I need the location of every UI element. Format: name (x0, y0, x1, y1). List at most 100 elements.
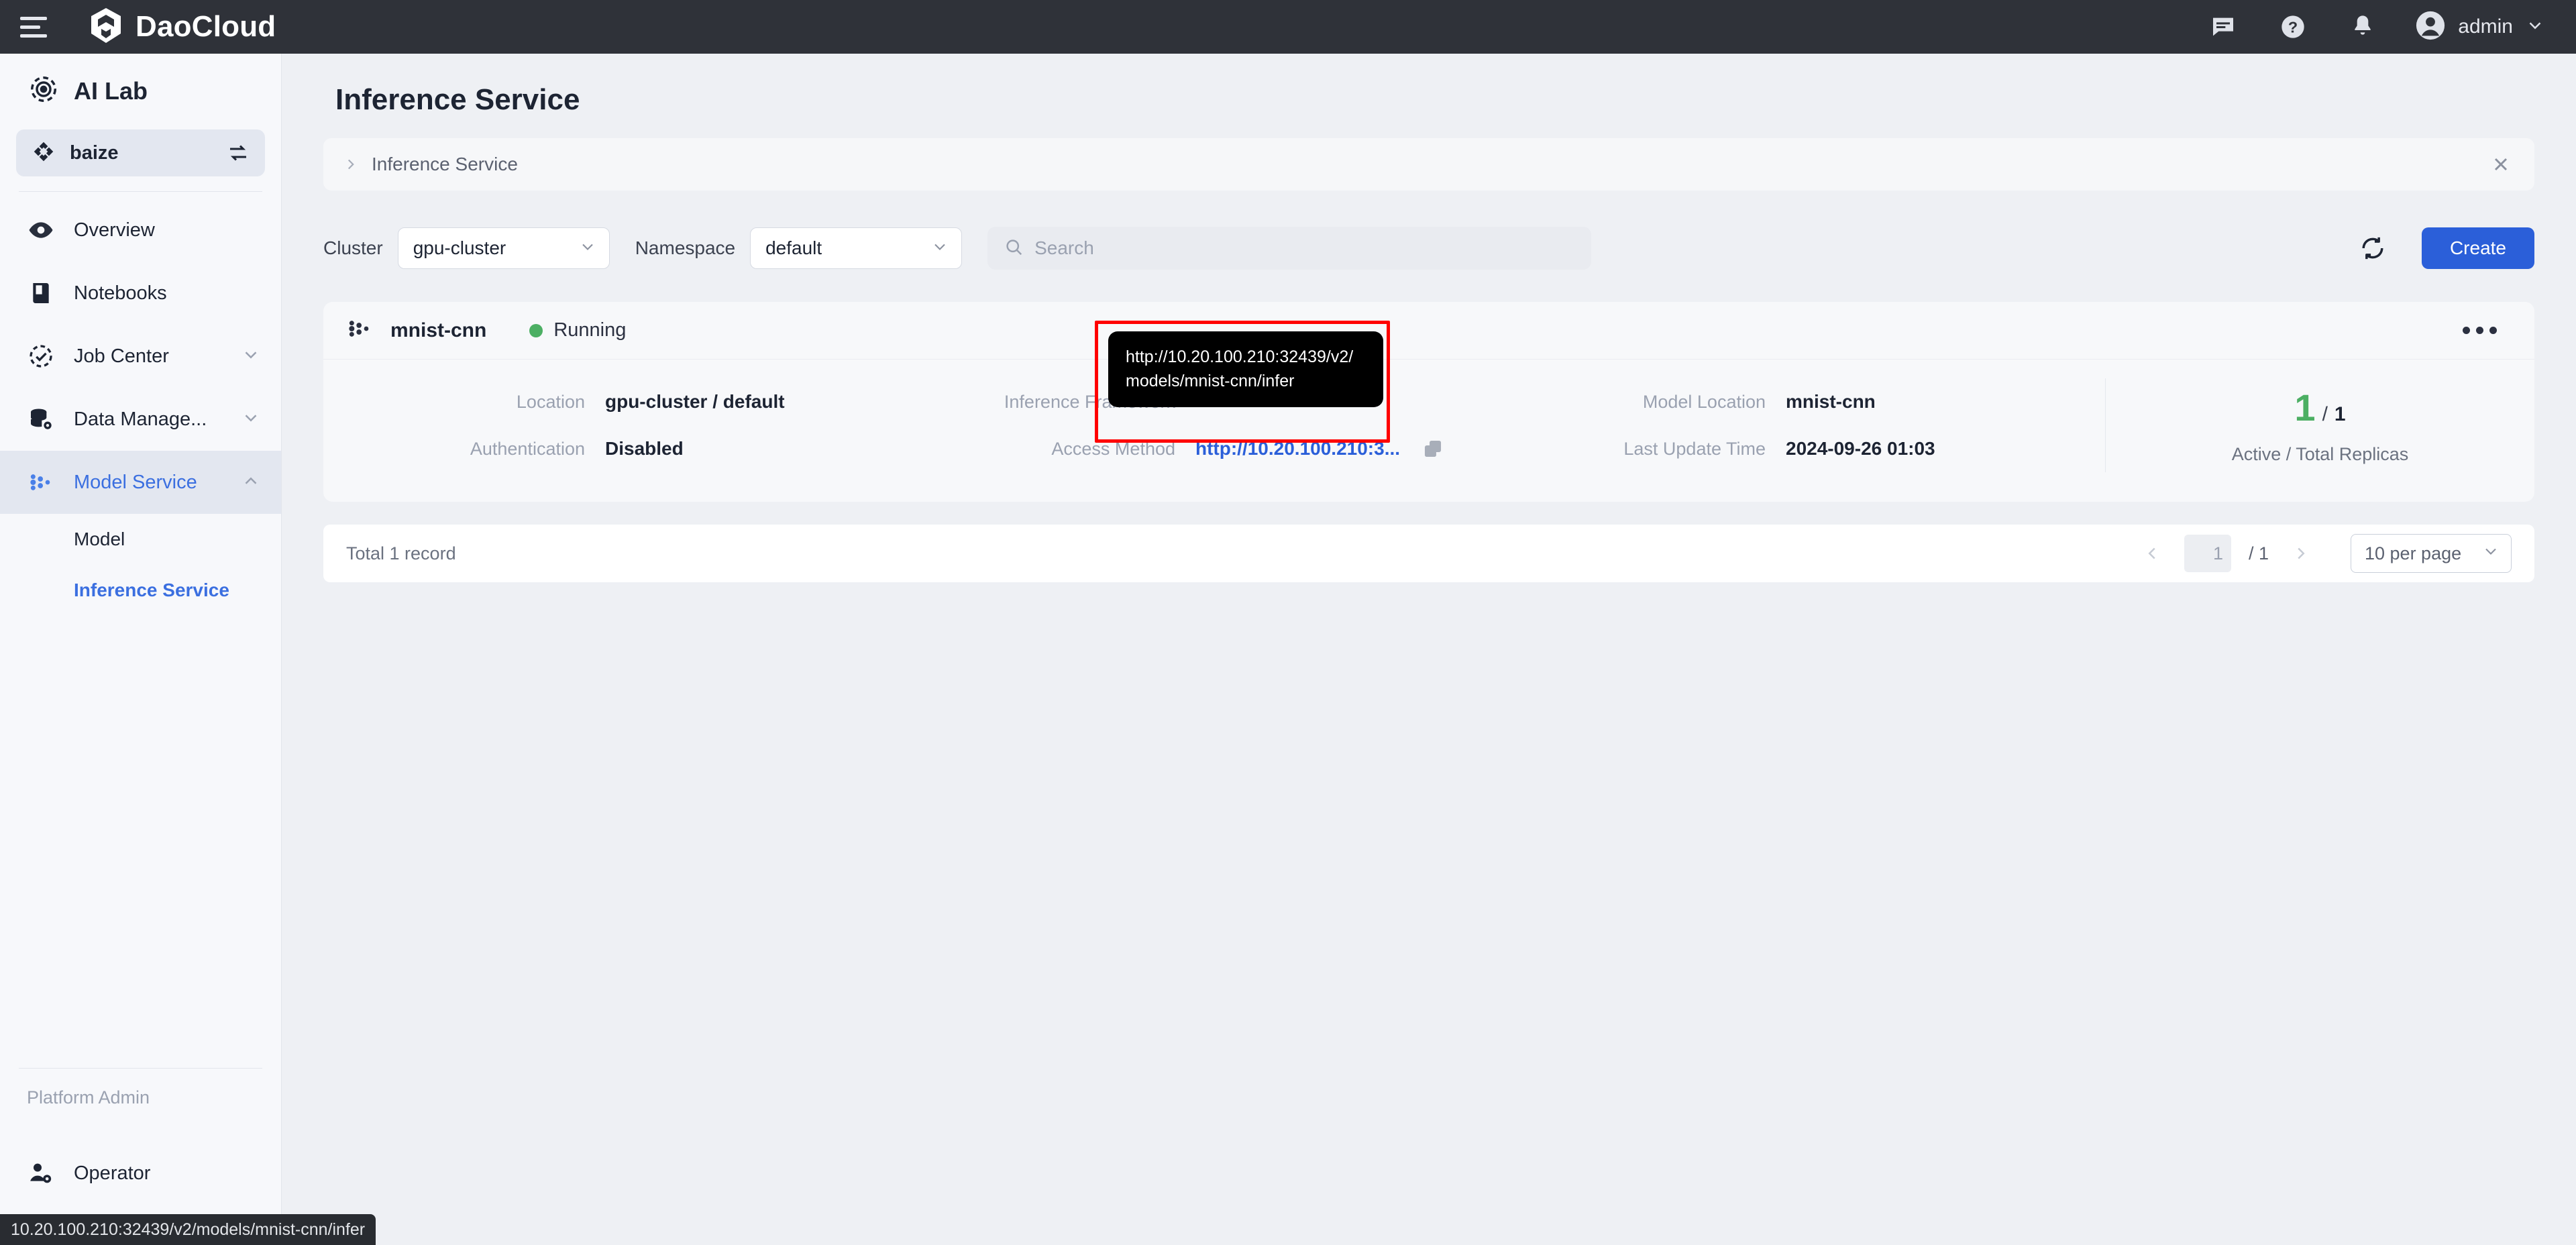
hamburger-menu-icon[interactable] (20, 12, 50, 42)
chevron-right-icon[interactable] (342, 156, 360, 173)
copy-icon[interactable] (1421, 437, 1444, 460)
refresh-icon[interactable] (2355, 230, 2391, 266)
inference-service-card: mnist-cnn Running Location gpu-cluster /… (323, 302, 2534, 502)
ai-lab-icon (28, 74, 59, 108)
chevron-down-icon[interactable] (241, 345, 261, 368)
sidebar-item-label: Overview (74, 219, 155, 241)
table-footer: Total 1 record 1 / 1 10 per page (323, 525, 2534, 582)
namespace-select[interactable]: default (750, 227, 962, 269)
chevron-down-icon (930, 237, 949, 260)
replicas-active: 1 (2294, 386, 2315, 429)
status-dot (529, 324, 543, 337)
check-circle-icon (25, 343, 56, 370)
hamburger-line (20, 17, 47, 20)
sidebar-subitem-model[interactable]: Model (0, 514, 281, 565)
sidebar-subitem-label: Inference Service (74, 580, 229, 601)
message-icon[interactable] (2206, 9, 2241, 44)
page-size-value: 10 per page (2365, 543, 2461, 564)
sidebar-item-label: Model Service (74, 472, 197, 494)
breadcrumb-item[interactable]: Inference Service (372, 154, 518, 175)
svg-text:?: ? (2288, 18, 2298, 36)
dot (2489, 327, 2497, 334)
cluster-select[interactable]: gpu-cluster (398, 227, 610, 269)
breadcrumb: Inference Service (323, 138, 2534, 191)
replicas-numbers: 1 / 1 (2294, 386, 2345, 429)
field-value: 2024-09-26 01:03 (1786, 438, 1935, 459)
access-method-tooltip: http://10.20.100.210:32439/v2/models/mni… (1108, 331, 1383, 407)
dot (2463, 327, 2470, 334)
field-label: Last Update Time (1504, 439, 1786, 459)
sidebar-item-label: Data Manage... (74, 409, 207, 431)
sidebar-item-data-management[interactable]: Data Manage... (0, 388, 281, 451)
search-placeholder: Search (1034, 237, 1094, 259)
user-menu[interactable]: admin (2415, 10, 2545, 44)
field-value: mnist-cnn (1786, 391, 1876, 413)
sidebar-subitem-label: Model (74, 529, 125, 550)
top-bar: DaoCloud ? (0, 0, 2576, 54)
sidebar-app-title-text: AI Lab (74, 77, 148, 105)
access-method-link[interactable]: http://10.20.100.210:3... (1195, 438, 1400, 459)
sidebar-divider (19, 191, 262, 192)
filter-toolbar: Cluster gpu-cluster Namespace default Se… (323, 217, 2534, 279)
status-text: Running (553, 319, 626, 341)
pagination: 1 / 1 10 per page (2137, 534, 2512, 573)
model-service-icon (25, 469, 56, 496)
field-value: Disabled (605, 438, 684, 459)
sidebar-item-operator[interactable]: Operator (0, 1142, 281, 1205)
replicas-total: 1 (2334, 403, 2346, 426)
help-icon[interactable]: ? (2275, 9, 2310, 44)
brand-name: DaoCloud (136, 10, 276, 44)
top-bar-actions: ? admin (2206, 9, 2545, 44)
cluster-label: Cluster (323, 237, 383, 259)
eye-icon (25, 217, 56, 243)
page-number-input[interactable]: 1 (2184, 535, 2231, 572)
chevron-up-icon[interactable] (241, 471, 261, 494)
sidebar-item-overview[interactable]: Overview (0, 199, 281, 262)
close-icon[interactable] (2490, 154, 2512, 175)
page-title: Inference Service (323, 54, 2534, 138)
cluster-select-value: gpu-cluster (413, 237, 506, 259)
field-label: Authentication (323, 439, 605, 459)
replicas-label: Active / Total Replicas (2232, 444, 2409, 465)
brand-logo[interactable]: DaoCloud (89, 7, 276, 48)
field-location: Location gpu-cluster / default (323, 378, 914, 425)
status-badge: Running (529, 319, 626, 341)
card-column-3: Model Location mnist-cnn Last Update Tim… (1504, 378, 2094, 472)
page-size-select[interactable]: 10 per page (2351, 534, 2512, 573)
namespace-label: Namespace (635, 237, 735, 259)
browser-status-bar: 10.20.100.210:32439/v2/models/mnist-cnn/… (0, 1214, 376, 1245)
sidebar-project-selector[interactable]: baize (16, 129, 265, 176)
user-name: admin (2458, 15, 2513, 38)
more-dots-icon[interactable] (2453, 317, 2506, 343)
daocloud-logo-icon (89, 7, 123, 48)
sidebar: AI Lab baize Overview (0, 54, 282, 1245)
sidebar-item-model-service[interactable]: Model Service (0, 451, 281, 514)
field-label: Model Location (1504, 392, 1786, 413)
namespace-select-value: default (765, 237, 822, 259)
sidebar-project-name: baize (70, 142, 119, 164)
operator-icon (25, 1160, 56, 1187)
chevron-down-icon (2525, 15, 2545, 39)
chevron-down-icon (578, 237, 597, 260)
main-content: Inference Service Inference Service Clus… (282, 54, 2576, 1245)
sidebar-item-notebooks[interactable]: Notebooks (0, 262, 281, 325)
chevron-left-icon[interactable] (2137, 539, 2167, 568)
sidebar-subitem-inference-service[interactable]: Inference Service (0, 565, 281, 616)
field-authentication: Authentication Disabled (323, 425, 914, 472)
chevron-down-icon[interactable] (241, 408, 261, 431)
field-model-location: Model Location mnist-cnn (1504, 378, 2094, 425)
hamburger-line (20, 25, 40, 29)
bell-icon[interactable] (2345, 9, 2380, 44)
create-button[interactable]: Create (2422, 227, 2534, 269)
sidebar-item-job-center[interactable]: Job Center (0, 325, 281, 388)
search-icon (1004, 237, 1024, 260)
sidebar-item-label: Notebooks (74, 282, 167, 305)
search-input[interactable]: Search (987, 227, 1591, 270)
service-name[interactable]: mnist-cnn (390, 319, 486, 342)
switch-icon[interactable] (226, 141, 250, 165)
total-records-text: Total 1 record (346, 543, 456, 564)
chevron-right-icon[interactable] (2286, 539, 2316, 568)
card-column-1: Location gpu-cluster / default Authentic… (323, 378, 914, 472)
field-last-update-time: Last Update Time 2024-09-26 01:03 (1504, 425, 2094, 472)
toolbar-actions: Create (2355, 227, 2534, 269)
